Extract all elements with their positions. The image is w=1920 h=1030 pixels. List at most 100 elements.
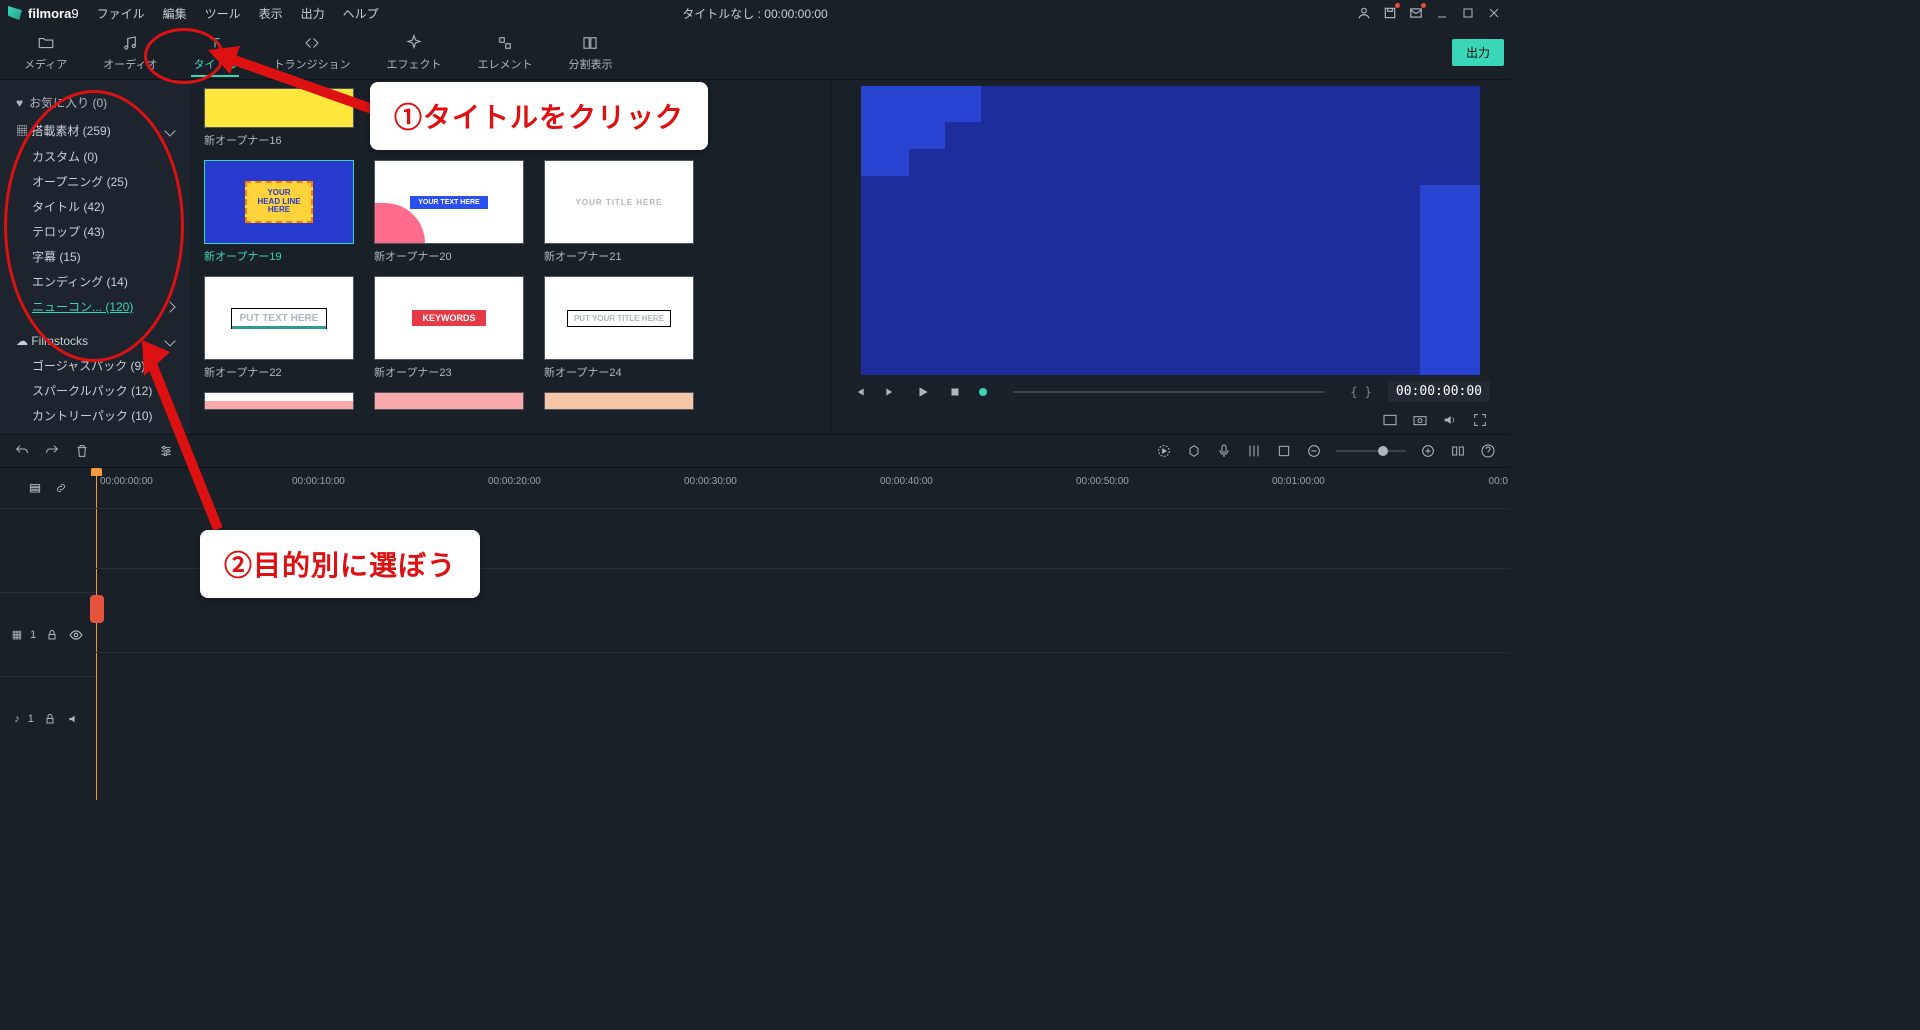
zoom-slider[interactable] [1336,450,1406,452]
snapshot-icon[interactable] [1412,412,1428,428]
gallery-item[interactable]: YOUR HEAD LINE HERE新オープナー19 [204,160,354,264]
quality-icon[interactable] [1382,412,1398,428]
chevron-right-icon [164,301,175,312]
redo-icon[interactable] [44,443,60,459]
audio-track-lane[interactable] [96,652,1510,736]
sidebar-item-newcontent[interactable]: ニューコン... (120) [6,294,184,319]
gallery-item[interactable]: PUT TEXT HERE新オープナー22 [204,276,354,380]
export-button[interactable]: 出力 [1452,39,1504,66]
fullscreen-icon[interactable] [1472,412,1488,428]
music-icon [121,34,139,52]
tab-effects[interactable]: エフェクト [368,30,459,76]
prev-frame-icon[interactable] [851,384,867,400]
audio-track-head[interactable]: ♪1 [0,676,96,760]
settings-icon[interactable] [158,443,174,459]
maximize-icon[interactable] [1460,5,1476,21]
gallery-item[interactable] [204,392,354,410]
menu-view[interactable]: 表示 [259,5,283,22]
menu-help[interactable]: ヘルプ [343,5,379,22]
video-track-head[interactable]: ▦1 [0,592,96,676]
eye-icon[interactable] [68,627,84,643]
track-settings-icon[interactable] [27,480,43,496]
progress-handle[interactable] [979,388,987,396]
gallery-item[interactable]: YOUR TITLE HERE新オープナー21 [544,160,694,264]
tab-split[interactable]: 分割表示 [550,30,630,76]
minimize-icon[interactable] [1434,5,1450,21]
stop-icon[interactable] [947,384,963,400]
gallery-label: 新オープナー23 [374,364,524,380]
gallery-item[interactable]: YOUR TEXT HERE新オープナー20 [374,160,524,264]
tab-titles[interactable]: タイトル [175,30,255,76]
menubar: ファイル 編集 ツール 表示 出力 ヘルプ [97,5,379,22]
sidebar-item-country[interactable]: カントリーパック (10) [6,403,184,428]
thumbnail: YOUR HEAD LINE HERE [204,160,354,244]
sidebar-favorites[interactable]: ♥お気に入り (0) [6,88,184,117]
sidebar-item-subtitle[interactable]: 字幕 (15) [6,244,184,269]
menu-tools[interactable]: ツール [205,5,241,22]
mail-icon[interactable] [1408,5,1424,21]
app-logo: filmora9 [8,6,79,21]
split-icon [581,34,599,52]
tab-media[interactable]: メディア [6,30,85,76]
progress-bar[interactable] [1013,391,1324,393]
lock-icon[interactable] [42,711,58,727]
chevron-down-icon [164,125,175,136]
thumbnail [204,392,354,410]
folder-icon [37,34,55,52]
voiceover-icon[interactable] [1216,443,1232,459]
zoom-in-icon[interactable] [1420,443,1436,459]
gallery-item[interactable]: 新オープナー16 [204,88,354,148]
timeline-ruler[interactable]: 00:00:00:00 00:00:10:00 00:00:20:00 00:0… [96,468,1510,508]
tab-transitions[interactable]: トランジション [255,30,368,76]
gallery-item[interactable] [544,392,694,410]
titlebar: filmora9 ファイル 編集 ツール 表示 出力 ヘルプ タイトルなし : … [0,0,1510,26]
sidebar-item-ending[interactable]: エンディング (14) [6,269,184,294]
close-icon[interactable] [1486,5,1502,21]
sidebar-filmstocks-head[interactable]: ☁ Filmstocks [6,329,184,353]
save-icon[interactable] [1382,5,1398,21]
sidebar-item-garden[interactable]: ガーデンパック (8) [6,428,184,434]
link-icon[interactable] [53,480,69,496]
annotation-callout-2: ②目的別に選ぼう [200,530,480,598]
menu-file[interactable]: ファイル [97,5,145,22]
gallery-item[interactable]: KEYWORDS新オープナー23 [374,276,524,380]
tab-audio[interactable]: オーディオ [85,30,175,76]
crop-icon[interactable] [1276,443,1292,459]
asset-tabs: メディア オーディオ タイトル トランジション エフェクト エレメント 分割表示… [0,26,1510,80]
sidebar-item-sparkle[interactable]: スパークルパック (12) [6,378,184,403]
project-title: タイトルなし : 00:00:00:00 [682,5,827,22]
in-out-brackets[interactable]: { } [1350,385,1372,399]
next-frame-icon[interactable] [883,384,899,400]
speaker-icon[interactable] [66,711,82,727]
sidebar-item-telop[interactable]: テロップ (43) [6,219,184,244]
menu-edit[interactable]: 編集 [163,5,187,22]
help-icon[interactable] [1480,443,1496,459]
sidebar-item-title[interactable]: タイトル (42) [6,194,184,219]
effect-icon [405,34,423,52]
chevron-down-icon [164,335,175,346]
account-icon[interactable] [1356,5,1372,21]
lock-icon[interactable] [44,627,60,643]
fit-icon[interactable] [1450,443,1466,459]
clip-handle[interactable] [90,595,104,623]
sidebar-item-custom[interactable]: カスタム (0) [6,144,184,169]
mixer-icon[interactable] [1246,443,1262,459]
zoom-out-icon[interactable] [1306,443,1322,459]
gallery-label: 新オープナー22 [204,364,354,380]
menu-export[interactable]: 出力 [301,5,325,22]
delete-icon[interactable] [74,443,90,459]
marker-icon[interactable] [1186,443,1202,459]
ruler-timecode: 00:00:40:00 [880,476,933,487]
sidebar-builtin-head[interactable]: ▦ 搭載素材 (259) [6,117,184,144]
sidebar-item-opening[interactable]: オープニング (25) [6,169,184,194]
gallery-item[interactable] [374,392,524,410]
tab-elements[interactable]: エレメント [459,30,550,76]
render-icon[interactable] [1156,443,1172,459]
play-icon[interactable] [915,384,931,400]
volume-icon[interactable] [1442,412,1458,428]
preview-panel: { } 00:00:00:00 [830,80,1510,434]
audio-track-icon: ♪ [14,713,20,725]
gallery-item[interactable]: PUT YOUR TITLE HERE新オープナー24 [544,276,694,380]
sidebar-item-gorgeous[interactable]: ゴージャスパック (9) [6,353,184,378]
undo-icon[interactable] [14,443,30,459]
